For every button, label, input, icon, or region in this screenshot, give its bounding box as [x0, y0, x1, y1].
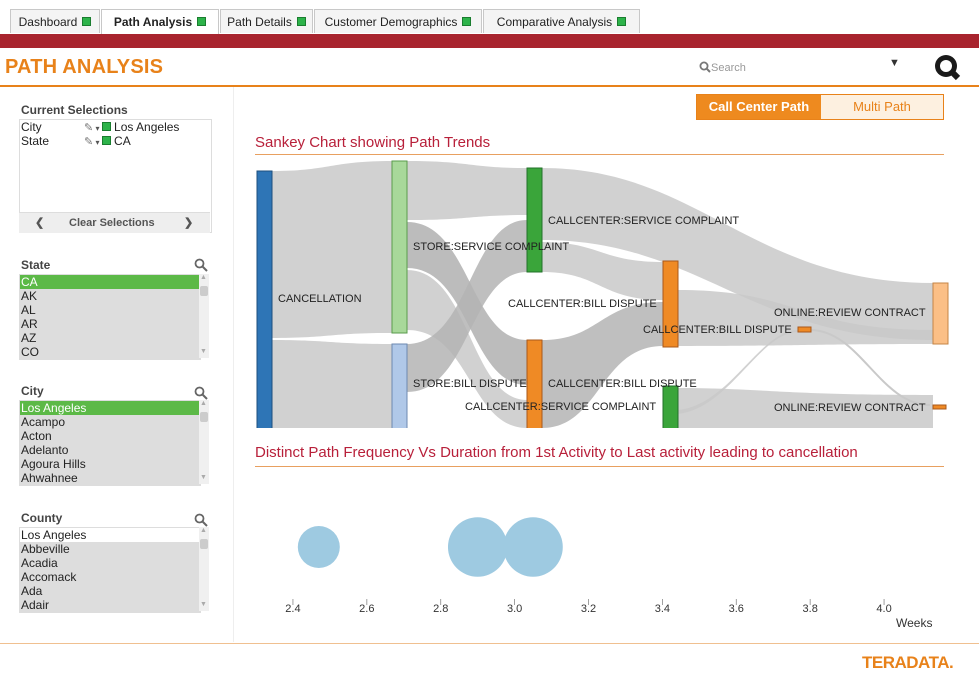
bubble-point[interactable]: [297, 526, 340, 568]
bubble-point[interactable]: [447, 517, 508, 577]
x-axis-label: Weeks: [896, 616, 932, 630]
x-tick-label: 3.8: [803, 603, 818, 615]
x-tick-label: 3.2: [581, 603, 596, 615]
x-tick-label: 3.4: [655, 603, 670, 615]
x-tick-label: 4.0: [876, 603, 891, 615]
x-tick-label: 2.4: [285, 603, 300, 615]
bubble-point[interactable]: [503, 517, 563, 577]
x-tick-label: 3.0: [507, 603, 522, 615]
footer: TERADATA.: [0, 643, 979, 686]
bubble-chart: 2.4 2.6 2.8 3.0 3.2 3.4 3.6 3.8 4.0 Weeks: [285, 517, 932, 630]
x-tick-label: 2.8: [433, 603, 448, 615]
x-tick-label: 3.6: [729, 603, 744, 615]
x-tick-label: 2.6: [359, 603, 374, 615]
teradata-logo: TERADATA.: [862, 653, 954, 672]
